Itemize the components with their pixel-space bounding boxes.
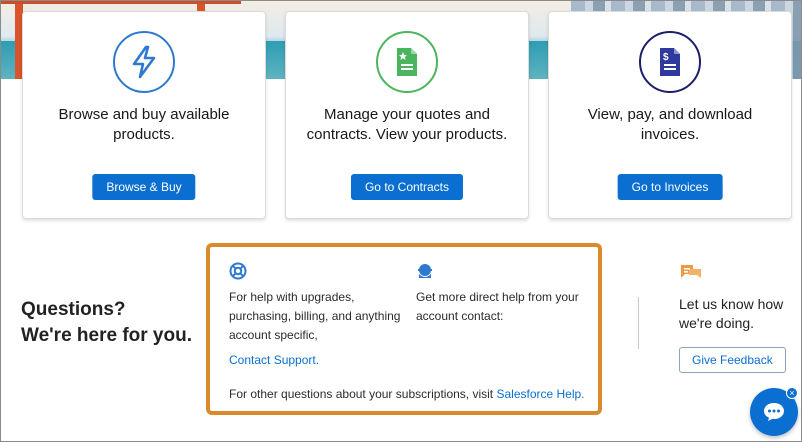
- document-star-icon: [376, 31, 438, 93]
- account-contact-column: Get more direct help from your account c…: [416, 262, 592, 326]
- lifebuoy-icon: [229, 262, 247, 280]
- svg-text:$: $: [663, 52, 669, 63]
- card-description: Manage your quotes and contracts. View y…: [306, 106, 508, 143]
- vertical-divider: [638, 297, 639, 349]
- feedback-section: Let us know how we're doing. Give Feedba…: [679, 263, 795, 373]
- questions-line-1: Questions?: [21, 299, 126, 320]
- account-contact-text: Get more direct help from your account c…: [416, 290, 579, 323]
- card-contracts: Manage your quotes and contracts. View y…: [285, 11, 529, 219]
- close-icon[interactable]: ×: [786, 387, 798, 399]
- contact-support-link[interactable]: Contact Support.: [229, 351, 405, 370]
- card-browse: Browse and buy available products. Brows…: [22, 11, 266, 219]
- go-to-contracts-button[interactable]: Go to Contracts: [350, 174, 464, 200]
- bridge-cable: [1, 1, 241, 4]
- chat-bubbles-icon: [681, 265, 701, 278]
- card-description: View, pay, and download invoices.: [587, 106, 753, 143]
- support-text: For help with upgrades, purchasing, bill…: [229, 290, 401, 342]
- lightning-bolt-icon: [113, 31, 175, 93]
- help-footer: For other questions about your subscript…: [229, 385, 599, 404]
- support-column: For help with upgrades, purchasing, bill…: [229, 262, 405, 370]
- go-to-invoices-button[interactable]: Go to Invoices: [617, 174, 723, 200]
- chat-icon: [764, 403, 784, 421]
- browse-buy-button[interactable]: Browse & Buy: [92, 174, 196, 200]
- help-footer-text: For other questions about your subscript…: [229, 387, 497, 401]
- help-panel: For help with upgrades, purchasing, bill…: [206, 243, 602, 415]
- card-description: Browse and buy available products.: [58, 106, 230, 143]
- salesforce-help-link[interactable]: Salesforce Help.: [496, 387, 584, 401]
- invoice-dollar-icon: $: [639, 31, 701, 93]
- questions-line-2: We're here for you.: [21, 325, 192, 346]
- give-feedback-button[interactable]: Give Feedback: [679, 347, 786, 373]
- feedback-text: Let us know how we're doing.: [679, 296, 784, 331]
- card-invoices: $ View, pay, and download invoices. Go t…: [548, 11, 792, 219]
- questions-heading: Questions? We're here for you.: [21, 297, 192, 349]
- headset-agent-icon: [418, 264, 432, 278]
